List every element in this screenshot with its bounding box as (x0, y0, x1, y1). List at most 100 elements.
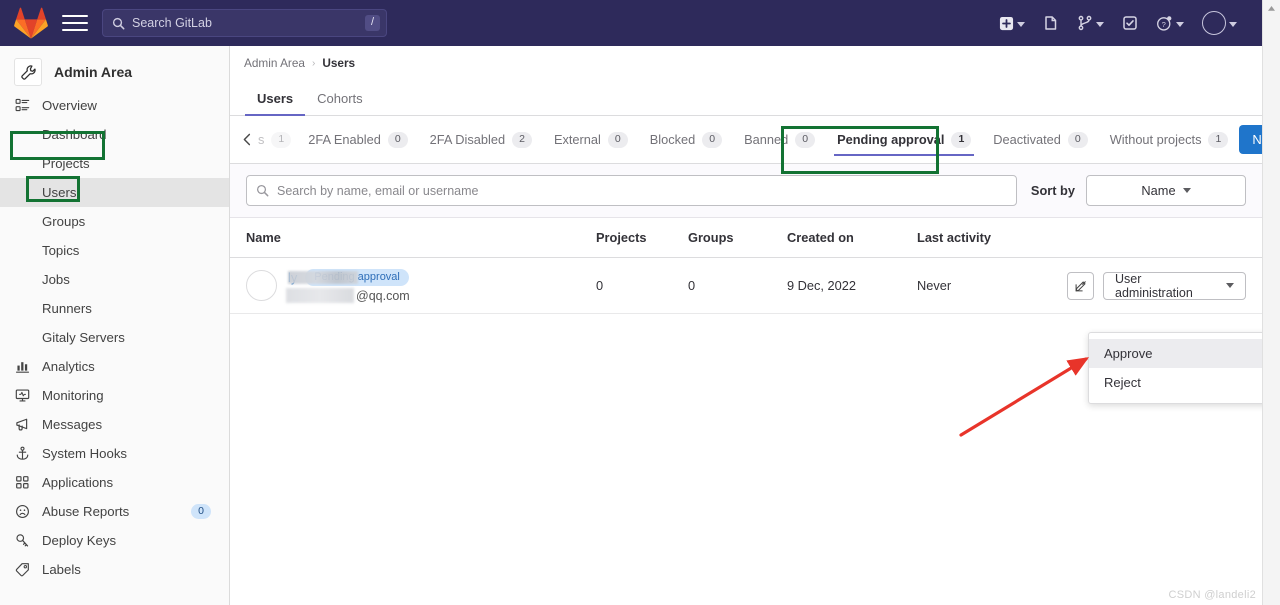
user-menu-button[interactable] (1193, 0, 1246, 46)
main-content: Admin Area › Users UsersCohorts s12FA En… (230, 46, 1262, 605)
chevron-down-icon (1017, 22, 1025, 27)
menu-item-approve[interactable]: Approve (1089, 339, 1262, 368)
table-header-row: Name Projects Groups Created on Last act… (230, 218, 1262, 258)
menu-item-reject[interactable]: Reject (1089, 368, 1262, 397)
sidebar-item-topics[interactable]: Topics (0, 236, 229, 265)
sidebar-item-monitoring[interactable]: Monitoring (0, 381, 229, 410)
sort-by-dropdown[interactable]: Name (1086, 175, 1246, 206)
new-user-button[interactable]: New user (1239, 125, 1262, 154)
gitlab-tanuki-logo-icon[interactable] (14, 6, 48, 40)
user-administration-dropdown-button[interactable]: User administration (1103, 272, 1246, 300)
applications-grid-icon (14, 475, 30, 491)
monitor-icon (14, 388, 30, 404)
filter-count-badge: 2 (512, 132, 532, 148)
avatar (1202, 11, 1226, 35)
hamburger-menu-icon[interactable] (62, 10, 88, 36)
sidebar-item-label: Dashboard (42, 127, 107, 142)
sidebar-item-analytics[interactable]: Analytics (0, 352, 229, 381)
sidebar-context-admin-area[interactable]: Admin Area (0, 53, 229, 91)
sad-face-icon (14, 504, 30, 520)
page-scrollbar[interactable] (1262, 0, 1280, 605)
search-input[interactable]: Search GitLab / (102, 9, 387, 37)
sidebar-item-deploy-keys[interactable]: Deploy Keys (0, 526, 229, 555)
issues-button[interactable] (1034, 0, 1068, 46)
filter-2fa-disabled[interactable]: 2FA Disabled2 (419, 116, 543, 163)
watermark: CSDN @landeli2 (1168, 589, 1256, 601)
filter-deactivated[interactable]: Deactivated0 (982, 116, 1098, 163)
filter-pending-approval[interactable]: Pending approval1 (826, 116, 982, 163)
user-name-link[interactable]: ly (288, 270, 297, 285)
filter-label: Without projects (1110, 132, 1202, 147)
label-tag-icon (14, 562, 30, 578)
table-row: ly Pending approval @qq.com 0 0 9 Dec, 2… (230, 258, 1262, 314)
edit-pencil-icon[interactable] (1067, 272, 1094, 300)
help-button[interactable]: ? (1147, 0, 1193, 46)
sidebar-item-overview[interactable]: Overview (0, 91, 229, 120)
filter-count-badge: 0 (608, 132, 628, 148)
sidebar-item-labels[interactable]: Labels (0, 555, 229, 584)
column-header-name: Name (246, 230, 596, 245)
search-and-sort-bar: Search by name, email or username Sort b… (230, 164, 1262, 218)
sidebar-item-label: Abuse Reports (42, 504, 129, 519)
filter-2fa-enabled[interactable]: 2FA Enabled0 (297, 116, 418, 163)
sidebar-item-badge: 0 (191, 504, 211, 519)
svg-text:?: ? (1162, 19, 1166, 28)
user-administration-label: User administration (1115, 272, 1218, 300)
sidebar-item-label: Users (42, 185, 76, 200)
help-question-icon: ? (1156, 15, 1173, 32)
sidebar-item-dashboard[interactable]: Dashboard (0, 120, 229, 149)
filter-s[interactable]: s1 (258, 116, 297, 163)
filter-blocked[interactable]: Blocked0 (639, 116, 733, 163)
breadcrumb-root[interactable]: Admin Area (244, 56, 305, 70)
user-name-cell: ly Pending approval @qq.com (246, 269, 596, 303)
user-filter-bar: s12FA Enabled02FA Disabled2 External 0 Bloc… (230, 116, 1262, 164)
column-header-last-activity: Last activity (917, 230, 1067, 245)
user-name-line: ly Pending approval (288, 269, 410, 286)
sidebar-item-gitaly-servers[interactable]: Gitaly Servers (0, 323, 229, 352)
filter-banned[interactable]: Banned0 (733, 116, 826, 163)
sidebar-item-jobs[interactable]: Jobs (0, 265, 229, 294)
top-nav-actions: ? (990, 0, 1262, 46)
sidebar-item-abuse-reports[interactable]: Abuse Reports 0 (0, 497, 229, 526)
sidebar-item-applications[interactable]: Applications (0, 468, 229, 497)
sidebar-item-runners[interactable]: Runners (0, 294, 229, 323)
key-icon (14, 533, 30, 549)
sidebar-item-projects[interactable]: Projects (0, 149, 229, 178)
filter-label: Banned (744, 132, 788, 147)
search-icon (112, 17, 125, 30)
sidebar-item-system-hooks[interactable]: System Hooks (0, 439, 229, 468)
filter-count-badge: 1 (951, 132, 971, 148)
overview-grid-icon (14, 98, 30, 114)
sidebar-item-label: Applications (42, 475, 113, 490)
sidebar-item-groups[interactable]: Groups (0, 207, 229, 236)
todos-button[interactable] (1113, 0, 1147, 46)
tab-users[interactable]: Users (245, 91, 305, 115)
merge-requests-button[interactable] (1068, 0, 1113, 46)
user-search-input[interactable]: Search by name, email or username (246, 175, 1017, 206)
tab-cohorts[interactable]: Cohorts (305, 91, 375, 115)
user-administration-menu: ApproveReject (1088, 332, 1262, 404)
scroll-up-arrow-icon[interactable] (1263, 0, 1280, 17)
filter-label: External (554, 132, 601, 147)
search-placeholder-text: Search GitLab (132, 16, 365, 30)
filter-count-badge: 1 (1208, 132, 1228, 148)
merge-request-icon (1077, 15, 1093, 31)
issues-icon (1043, 15, 1059, 31)
search-icon (256, 184, 269, 197)
chevron-left-icon[interactable] (236, 116, 258, 163)
breadcrumb: Admin Area › Users (230, 46, 1262, 80)
redaction-overlay (288, 271, 358, 284)
filter-external[interactable]: External 0 (543, 116, 639, 163)
filter-label: 2FA Enabled (308, 132, 381, 147)
user-created-on: 9 Dec, 2022 (787, 278, 917, 293)
sidebar-item-users[interactable]: Users (0, 178, 229, 207)
chevron-down-icon (1226, 283, 1234, 288)
anchor-hook-icon (14, 446, 30, 462)
filter-items: s12FA Enabled02FA Disabled2 External 0 Bloc… (258, 116, 1239, 163)
user-last-activity: Never (917, 278, 1067, 293)
todos-checkbox-icon (1122, 15, 1138, 31)
filter-without-projects[interactable]: Without projects 1 (1099, 116, 1240, 163)
sidebar-item-messages[interactable]: Messages (0, 410, 229, 439)
column-header-groups: Groups (688, 230, 787, 245)
new-dropdown-button[interactable] (990, 0, 1034, 46)
